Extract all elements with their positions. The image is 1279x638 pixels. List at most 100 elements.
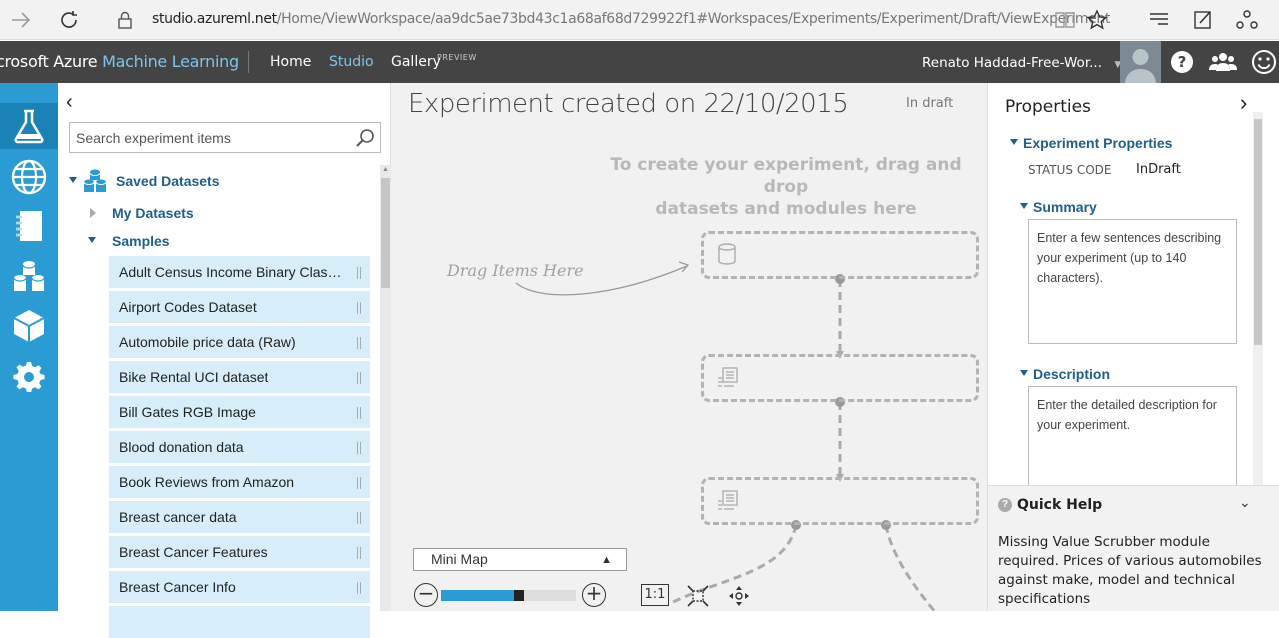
minimap-label: Mini Map [431,551,488,567]
dataset-icon [718,243,736,265]
zoom-out-button[interactable]: − [414,583,438,607]
nav-home[interactable]: Home [270,54,311,70]
address-bar[interactable]: studio.azureml.net/Home/ViewWorkspace/aa… [152,11,1110,27]
status-code-label: STATUS CODE [1028,163,1112,177]
list-item[interactable]: Bill Gates RGB Image [109,396,370,428]
zoom-slider[interactable] [441,590,576,601]
module-placeholder-2[interactable] [701,477,979,525]
tree-my-datasets[interactable]: My Datasets [112,205,194,221]
list-item[interactable]: Adult Census Income Binary Classificatio… [109,256,370,288]
palette-scrollbar-thumb[interactable] [381,178,390,288]
drag-handle-icon[interactable] [357,407,361,419]
list-item[interactable]: Airport Codes Dataset [109,291,370,323]
scroll-up-arrow-icon[interactable]: ▲ [382,166,389,173]
search-box [69,122,381,153]
community-icon[interactable] [1207,46,1239,78]
drag-handle-icon[interactable] [357,512,361,524]
user-name: Renato Haddad-Free-Wor... [922,55,1103,71]
chevron-down-icon[interactable]: ⌄ [1239,494,1251,511]
description-field[interactable]: Enter the detailed description for your … [1028,386,1237,485]
drag-handle-icon[interactable] [357,547,361,559]
forward-icon[interactable] [9,8,33,32]
search-icon[interactable] [355,128,375,148]
browser-toolbar: studio.azureml.net/Home/ViewWorkspace/aa… [0,0,1279,40]
settings-icon[interactable] [0,353,58,399]
actual-size-button[interactable]: 1:1 [641,584,669,606]
zoom-in-button[interactable]: + [582,583,606,607]
notebooks-icon[interactable] [0,203,58,249]
gallery-preview-badge: PREVIEW [437,53,477,62]
dataset-label: Automobile price data (Raw) [119,334,296,350]
favorite-star-icon[interactable] [1085,8,1109,32]
list-item[interactable]: Automobile price data (Raw) [109,326,370,358]
nav-gallery[interactable]: Gallery [391,54,441,70]
help-icon[interactable]: ? [1166,46,1198,78]
properties-scrollbar-thumb[interactable] [1254,119,1262,345]
web-note-icon[interactable] [1191,8,1215,32]
list-item[interactable]: Blood donation data [109,431,370,463]
brand-suffix: Machine Learning [102,52,239,71]
minimap-toggle[interactable]: Mini Map ▲ [413,548,627,571]
saved-datasets-icon [82,168,108,194]
avatar[interactable] [1120,41,1161,83]
drag-handle-icon[interactable] [357,477,361,489]
search-input[interactable] [76,129,346,147]
tree-samples[interactable]: Samples [112,233,170,249]
expand-experiment-properties-icon[interactable] [1010,139,1018,145]
zoom-slider-thumb[interactable] [514,590,524,601]
list-item[interactable]: Breast Cancer Features [109,536,370,568]
trained-models-icon[interactable] [0,303,58,349]
reading-view-icon[interactable] [1053,8,1077,32]
module-placeholder-1[interactable] [701,354,979,402]
drag-handle-icon[interactable] [357,337,361,349]
expand-saved-datasets-icon[interactable] [69,177,77,183]
hub-icon[interactable] [1147,8,1171,32]
share-icon[interactable] [1235,8,1259,32]
canvas-connectors [515,261,937,611]
drag-handle-icon[interactable] [357,267,361,279]
expand-samples-icon[interactable] [88,237,96,243]
nav-studio[interactable]: Studio [329,54,374,70]
section-description[interactable]: Description [1033,366,1110,382]
properties-panel: Properties › Experiment Properties STATU… [987,83,1279,485]
list-item[interactable]: Breast Cancer Info [109,571,370,603]
dataset-label: Bike Rental UCI dataset [119,369,269,385]
help-circle-icon: ? [998,498,1012,512]
quick-help-title[interactable]: Quick Help [1017,497,1102,513]
web-services-icon[interactable] [0,154,58,200]
list-item[interactable]: Bike Rental UCI dataset [109,361,370,393]
drag-handle-icon[interactable] [357,302,361,314]
url-path: /Home/ViewWorkspace/aa9dc5ae73bd43c1a68a… [276,11,1111,27]
list-item[interactable]: Book Reviews from Amazon [109,466,370,498]
tree-saved-datasets[interactable]: Saved Datasets [116,173,220,189]
expand-summary-icon[interactable] [1020,203,1028,209]
experiment-canvas[interactable]: Experiment created on 22/10/2015 In draf… [391,83,987,611]
section-experiment-properties[interactable]: Experiment Properties [1023,135,1172,151]
lock-icon [113,8,137,32]
drag-handle-icon[interactable] [357,372,361,384]
url-host: studio.azureml.net [152,11,277,27]
dataset-placeholder-module[interactable] [701,231,979,279]
section-summary[interactable]: Summary [1033,199,1097,215]
collapse-properties-icon[interactable]: › [1240,90,1247,116]
expand-my-datasets-icon[interactable] [90,208,96,218]
dataset-label: Breast Cancer Features [119,544,268,560]
fit-to-screen-icon[interactable] [687,585,709,607]
datasets-icon[interactable] [0,254,58,300]
summary-field[interactable]: Enter a few sentences describing your ex… [1028,219,1237,344]
user-menu[interactable]: Renato Haddad-Free-Wor... ▼ [922,55,1121,71]
expand-description-icon[interactable] [1020,370,1028,376]
drag-handle-icon[interactable] [357,582,361,594]
drag-handle-icon[interactable] [357,442,361,454]
refresh-icon[interactable] [57,8,81,32]
brand-logo[interactable]: crosoft Azure Machine Learning [0,52,239,71]
experiments-icon[interactable] [0,103,58,149]
feedback-smiley-icon[interactable] [1248,46,1279,78]
brand-prefix: crosoft Azure [0,52,103,71]
chevron-up-icon: ▲ [601,554,612,566]
dataset-label: Breast cancer data [119,509,237,525]
list-item[interactable]: Breast cancer data [109,501,370,533]
dataset-label: Bill Gates RGB Image [119,404,256,420]
collapse-palette-icon[interactable]: ‹ [66,92,73,112]
pan-icon[interactable] [727,584,751,608]
